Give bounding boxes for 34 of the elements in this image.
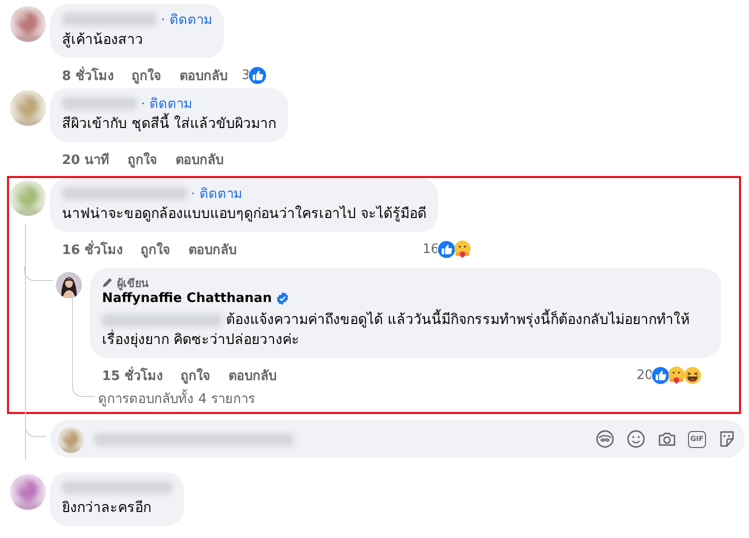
reaction-count: 3 — [242, 68, 250, 82]
reply-link[interactable]: ตอบกลับ — [228, 364, 277, 386]
reply-link[interactable]: ตอบกลับ — [176, 148, 224, 170]
hugging-emoji-icon — [667, 366, 686, 384]
reply-link[interactable]: ตอบกลับ — [188, 238, 237, 260]
pencil-icon — [102, 277, 113, 288]
reply-link[interactable]: ตอบกลับ — [180, 64, 228, 86]
like-icon — [437, 240, 456, 258]
reaction-count: 20 — [636, 368, 653, 382]
like-link[interactable]: ถูกใจ — [132, 64, 162, 86]
time-label: 20 นาที — [62, 152, 110, 170]
view-replies-link[interactable]: ดูการตอบกลับทั้ง 4 รายการ — [98, 388, 255, 409]
comment-text: สีผิวเข้ากับ ชุดสีนี้ ใส่แล้วขับผิวมาก — [62, 114, 276, 134]
like-link[interactable]: ถูกใจ — [180, 364, 211, 386]
avatar-sticker-icon[interactable] — [595, 429, 615, 449]
time-label: 15 ชั่วโมง — [102, 366, 163, 386]
like-link[interactable]: ถูกใจ — [140, 238, 171, 260]
follow-link[interactable]: · ติดตาม — [191, 183, 242, 204]
follow-link[interactable]: · ติดตาม — [141, 93, 192, 114]
comment-text: สู้เค้าน้องสาว — [62, 31, 144, 50]
hugging-emoji-icon — [453, 240, 472, 258]
smiley-icon[interactable] — [626, 429, 646, 449]
comment-text: นาฟน่าจะขอดูกล้องแบบแอบๆดูก่อนว่าใครเอาไป จะได้รู้มือดี — [62, 204, 426, 224]
like-link[interactable]: ถูกใจ — [128, 148, 158, 170]
comment-text: ยิงกว่าละครอีก — [62, 499, 152, 518]
author-label: ผู้เขียน — [117, 276, 149, 292]
author-name[interactable]: Naffynaffie Chatthanan — [102, 291, 272, 306]
reaction-count: 16 — [422, 242, 439, 256]
like-icon — [248, 66, 267, 84]
time-label: 8 ชั่วโมง — [62, 66, 114, 86]
laughing-emoji-icon — [683, 366, 702, 384]
like-icon — [651, 366, 670, 384]
follow-link[interactable]: · ติดตาม — [161, 9, 212, 30]
time-label: 16 ชั่วโมง — [62, 240, 123, 260]
